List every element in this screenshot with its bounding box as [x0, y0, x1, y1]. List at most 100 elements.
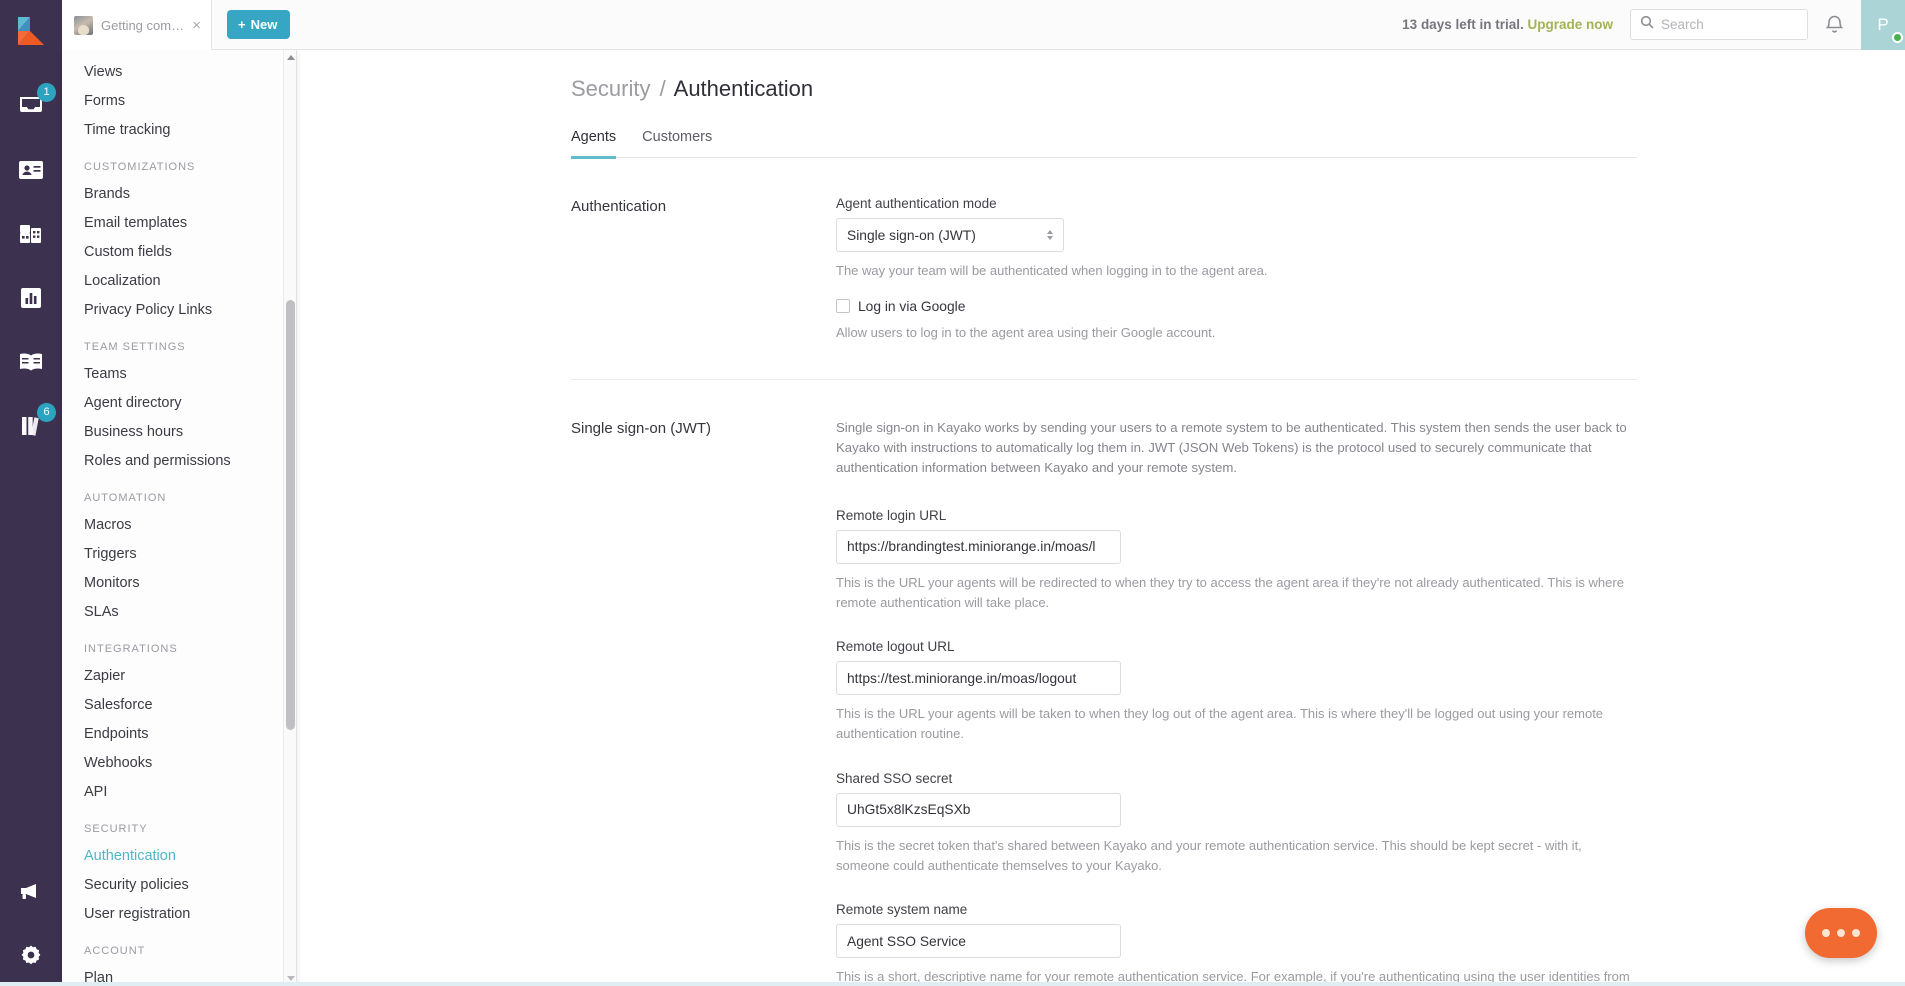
new-button-wrap: + New — [212, 0, 291, 49]
sidebar-item-business-hours[interactable]: Business hours — [62, 418, 284, 447]
sidebar-item-authentication[interactable]: Authentication — [62, 842, 284, 871]
agent-auth-mode-help: The way your team will be authenticated … — [836, 263, 1268, 278]
search-input[interactable]: Search — [1630, 9, 1808, 40]
sidebar-item-teams[interactable]: Teams — [62, 360, 284, 389]
chat-dot-icon — [1822, 929, 1830, 937]
bottom-strip — [0, 982, 1905, 986]
menu-scrollbar[interactable] — [283, 50, 296, 986]
tab-customers[interactable]: Customers — [642, 129, 712, 159]
bell-icon[interactable] — [1825, 14, 1844, 35]
tab-title: Getting comfo... — [101, 17, 185, 33]
rail-library[interactable]: 6 — [14, 403, 56, 443]
sidebar-item-salesforce[interactable]: Salesforce — [62, 691, 284, 720]
chat-dot-icon — [1852, 929, 1860, 937]
sso-section: Single sign-on (JWT) Single sign-on in K… — [571, 380, 1641, 986]
menu-group-title: TEAM SETTINGS — [84, 341, 186, 353]
content-tabs: Agents Customers — [571, 129, 1637, 159]
sidebar-item-localization[interactable]: Localization — [62, 267, 284, 296]
rail-organizations[interactable] — [14, 217, 48, 251]
breadcrumb-separator: / — [659, 76, 666, 101]
agent-auth-mode-value: Single sign-on (JWT) — [847, 227, 976, 243]
google-login-checkbox[interactable] — [836, 299, 850, 314]
remote-system-name-block: Remote system name Agent SSO Service Thi… — [836, 902, 1641, 986]
google-login-row: Log in via Google — [836, 299, 1641, 314]
rail-announcements[interactable] — [14, 874, 48, 908]
google-login-help: Allow users to log in to the agent area … — [836, 324, 1216, 340]
menu-group-title: INTEGRATIONS — [84, 643, 178, 655]
menu-group-title: CUSTOMIZATIONS — [84, 161, 196, 173]
avatar[interactable]: P — [1861, 0, 1905, 50]
agent-auth-mode-label: Agent authentication mode — [836, 196, 997, 211]
rail-library-badge: 6 — [37, 403, 56, 422]
shared-sso-secret-block: Shared SSO secret UhGt5x8lKzsEqSXb This … — [836, 771, 1641, 876]
trial-days-text: 13 days left in trial. — [1402, 17, 1524, 32]
sidebar-item-roles-and-permissions[interactable]: Roles and permissions — [62, 447, 284, 476]
sidebar-item-agent-directory[interactable]: Agent directory — [62, 389, 284, 418]
remote-logout-url-help: This is the URL your agents will be take… — [836, 706, 1604, 742]
authentication-section-label: Authentication — [571, 198, 667, 215]
topbar-right: 13 days left in trial. Upgrade now Searc… — [1402, 0, 1905, 50]
settings-nav-list: Views Forms Time tracking CUSTOMIZATIONS Bra… — [62, 50, 284, 986]
remote-logout-url-input[interactable]: https://test.miniorange.in/moas/logout — [836, 661, 1121, 696]
sidebar-item-endpoints[interactable]: Endpoints — [62, 720, 284, 749]
tab-agents[interactable]: Agents — [571, 129, 617, 159]
avatar-initial: P — [1877, 14, 1889, 34]
sidebar-item-email-templates[interactable]: Email templates — [62, 209, 284, 238]
shared-sso-secret-input[interactable]: UhGt5x8lKzsEqSXb — [836, 792, 1121, 827]
scrollbar-thumb[interactable] — [286, 300, 295, 730]
browser-tab[interactable]: Getting comfo... × — [62, 0, 212, 50]
remote-system-name-input[interactable]: Agent SSO Service — [836, 924, 1121, 959]
sidebar-item-triggers[interactable]: Triggers — [62, 540, 284, 569]
rail-settings[interactable] — [14, 938, 48, 972]
sidebar-item-views[interactable]: Views — [62, 58, 284, 87]
shared-sso-secret-help: This is the secret token that's shared b… — [836, 837, 1582, 873]
chat-bubble[interactable] — [1805, 908, 1877, 958]
sidebar-item-brands[interactable]: Brands — [62, 180, 284, 209]
kayako-logo[interactable] — [14, 14, 48, 48]
authentication-section: Authentication Agent authentication mode… — [571, 158, 1641, 343]
breadcrumb-parent[interactable]: Security — [571, 76, 650, 101]
main-content: Security / Authentication Agents Custome… — [297, 50, 1905, 986]
settings-nav-panel: Views Forms Time tracking CUSTOMIZATIONS Bra… — [62, 50, 297, 986]
upgrade-now-link[interactable]: Upgrade now — [1527, 17, 1613, 32]
new-button-label: New — [250, 17, 278, 32]
close-icon[interactable]: × — [192, 18, 201, 33]
rail-inbox-badge: 1 — [37, 83, 56, 102]
sidebar-item-custom-fields[interactable]: Custom fields — [62, 238, 284, 267]
menu-group-title: ACCOUNT — [84, 945, 146, 957]
sidebar-item-monitors[interactable]: Monitors — [62, 569, 284, 598]
sidebar-item-api[interactable]: API — [62, 778, 284, 807]
rail-inbox[interactable]: 1 — [14, 83, 56, 123]
sidebar-item-forms[interactable]: Forms — [62, 87, 284, 116]
sidebar-item-macros[interactable]: Macros — [62, 511, 284, 540]
page-title: Authentication — [673, 76, 814, 101]
browser-tab-strip: Getting comfo... × — [62, 0, 212, 50]
remote-login-url-input[interactable]: https://brandingtest.miniorange.in/moas/… — [836, 529, 1121, 564]
sidebar-item-privacy-policy-links[interactable]: Privacy Policy Links — [62, 296, 284, 325]
sidebar-item-zapier[interactable]: Zapier — [62, 662, 284, 691]
new-button[interactable]: + New — [227, 10, 291, 39]
content-inner: Security / Authentication Agents Custome… — [297, 50, 1905, 986]
remote-login-url-block: Remote login URL https://brandingtest.mi… — [836, 508, 1641, 613]
chevron-updown-icon — [1047, 230, 1053, 240]
sidebar-item-slas[interactable]: SLAs — [62, 598, 284, 627]
remote-logout-url-label: Remote logout URL — [836, 639, 955, 655]
rail-knowledgebase[interactable] — [14, 345, 48, 379]
app-window: 1 6 Getting comfo... × + New 13 days lef… — [0, 0, 1905, 986]
shared-sso-secret-label: Shared SSO secret — [836, 770, 953, 786]
search-placeholder: Search — [1661, 17, 1704, 32]
left-rail: 1 6 — [0, 0, 62, 986]
scroll-up-arrow-icon[interactable] — [284, 50, 296, 65]
sidebar-item-webhooks[interactable]: Webhooks — [62, 749, 284, 778]
breadcrumb: Security / Authentication — [571, 76, 1905, 102]
authentication-section-body: Agent authentication mode Single sign-on… — [836, 196, 1641, 343]
sidebar-item-security-policies[interactable]: Security policies — [62, 871, 284, 900]
rail-contacts[interactable] — [14, 153, 48, 187]
sidebar-item-user-registration[interactable]: User registration — [62, 900, 284, 929]
rail-reports[interactable] — [14, 281, 48, 315]
menu-group-title: SECURITY — [84, 823, 148, 835]
sidebar-item-time-tracking[interactable]: Time tracking — [62, 116, 284, 145]
agent-auth-mode-select[interactable]: Single sign-on (JWT) — [836, 218, 1064, 252]
google-login-label[interactable]: Log in via Google — [858, 299, 965, 314]
trial-notice: 13 days left in trial. Upgrade now — [1402, 17, 1613, 32]
